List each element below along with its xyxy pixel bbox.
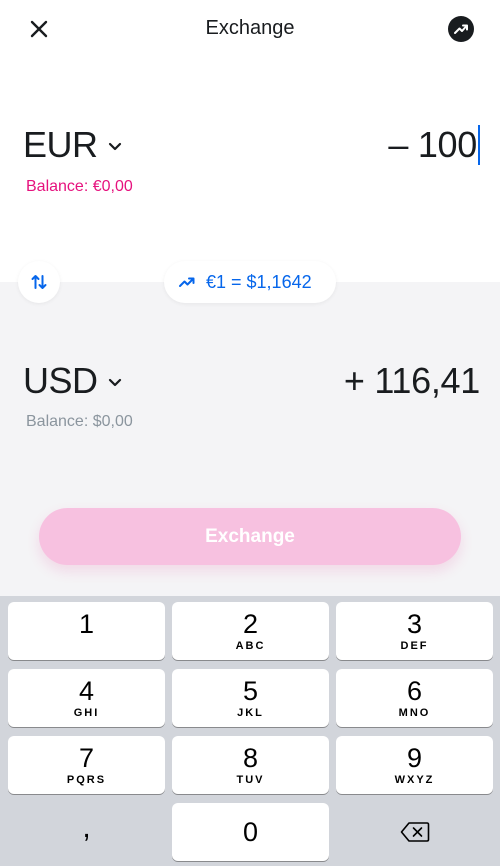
- trending-up-icon: [179, 277, 195, 287]
- from-amount-input[interactable]: – 100: [388, 124, 480, 166]
- key-digit: 3: [406, 608, 423, 639]
- key-0[interactable]: 0: [172, 803, 329, 861]
- key-letters: MNO: [398, 706, 431, 719]
- key-9[interactable]: 9 WXYZ: [336, 736, 493, 794]
- key-digit: 8: [242, 742, 259, 773]
- key-digit: 9: [406, 742, 423, 773]
- key-4[interactable]: 4 GHI: [8, 669, 165, 727]
- key-letters: GHI: [73, 706, 100, 719]
- key-3[interactable]: 3 DEF: [336, 602, 493, 660]
- exchange-rate-text: €1 = $1,1642: [206, 271, 312, 292]
- header: Exchange: [0, 0, 500, 60]
- key-digit: 2: [242, 608, 259, 639]
- chevron-down-icon: [108, 378, 121, 387]
- key-delete[interactable]: [336, 803, 493, 861]
- numeric-keyboard: 1 2 ABC 3 DEF 4 GHI 5 JKL 6 MNO 7 PQRS 8…: [0, 596, 500, 866]
- to-currency-select[interactable]: USD: [23, 360, 122, 402]
- key-digit: 0: [242, 817, 259, 847]
- key-letters: DEF: [400, 639, 429, 652]
- key-2[interactable]: 2 ABC: [172, 602, 329, 660]
- key-comma[interactable]: ,: [8, 803, 165, 861]
- from-balance: Balance: €0,00: [26, 178, 133, 195]
- key-letters: PQRS: [66, 773, 107, 786]
- exchange-rate-button[interactable]: €1 = $1,1642: [164, 261, 336, 303]
- from-currency-select[interactable]: EUR: [23, 124, 122, 166]
- chevron-down-icon: [108, 142, 121, 151]
- exchange-button[interactable]: Exchange: [39, 508, 461, 565]
- page-title: Exchange: [205, 17, 295, 39]
- to-currency-code: USD: [23, 360, 98, 401]
- key-1[interactable]: 1: [8, 602, 165, 660]
- backspace-icon: [400, 822, 429, 842]
- key-8[interactable]: 8 TUV: [172, 736, 329, 794]
- to-amount-value[interactable]: + 116,41: [344, 360, 480, 402]
- from-section: EUR – 100 Balance: €0,00: [0, 60, 500, 282]
- rate-chart-button[interactable]: [448, 16, 474, 42]
- comma-char: ,: [82, 811, 91, 844]
- swap-vertical-icon: [31, 275, 47, 289]
- key-digit: 6: [406, 675, 423, 706]
- key-letters: TUV: [236, 773, 265, 786]
- key-digit: 7: [78, 742, 95, 773]
- key-letters: WXYZ: [394, 773, 435, 786]
- trending-up-icon: [454, 24, 468, 34]
- key-letters: ABC: [235, 639, 266, 652]
- swap-button[interactable]: [18, 261, 60, 303]
- text-caret: [478, 125, 480, 165]
- key-digit: 5: [242, 675, 259, 706]
- key-letters: JKL: [237, 706, 264, 719]
- key-digit: 4: [78, 675, 95, 706]
- key-5[interactable]: 5 JKL: [172, 669, 329, 727]
- key-7[interactable]: 7 PQRS: [8, 736, 165, 794]
- key-digit: 1: [78, 608, 95, 639]
- key-6[interactable]: 6 MNO: [336, 669, 493, 727]
- from-amount-value: – 100: [388, 124, 477, 165]
- from-currency-code: EUR: [23, 124, 98, 165]
- to-balance: Balance: $0,00: [26, 413, 133, 430]
